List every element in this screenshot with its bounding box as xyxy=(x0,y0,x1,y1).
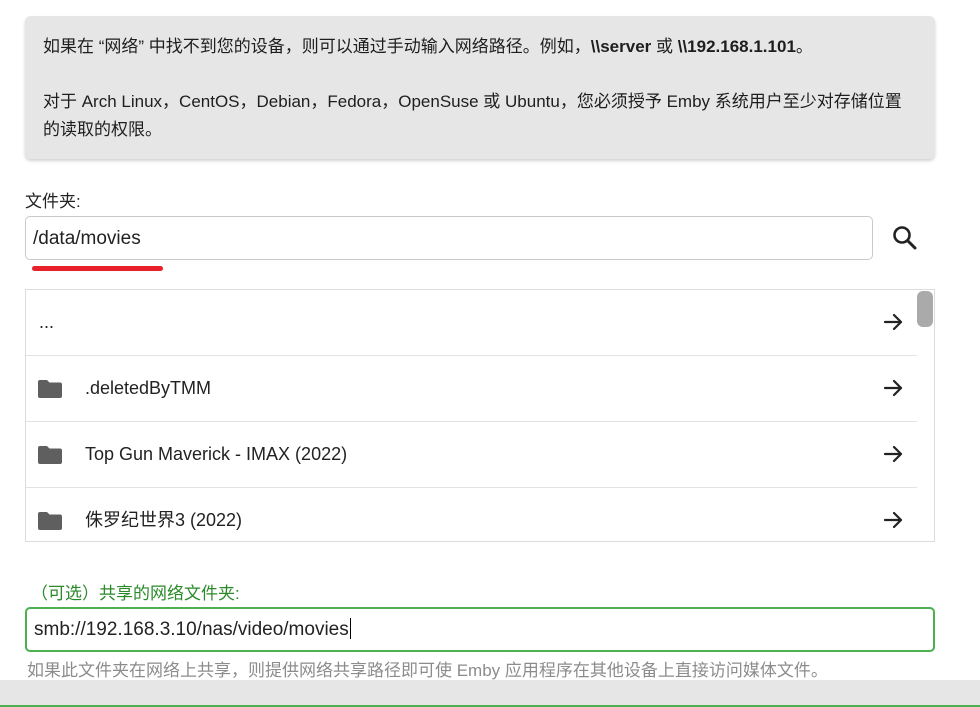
shared-folder-value: smb://192.168.3.10/nas/video/movies xyxy=(34,619,349,640)
info-line-network-text: 如果在 “网络” 中找不到您的设备，则可以通过手动输入网络路径。例如， xyxy=(43,37,591,56)
info-line-permissions: 对于 Arch Linux，CentOS，Debian，Fedora，OpenS… xyxy=(43,92,902,139)
bottom-bar xyxy=(0,680,980,707)
list-item-label: Top Gun Maverick - IMAX (2022) xyxy=(85,444,348,464)
highlight-underline xyxy=(32,266,163,271)
shared-folder-label: （可选）共享的网络文件夹: xyxy=(31,584,240,603)
arrow-right-icon xyxy=(883,511,903,529)
info-notice: 如果在 “网络” 中找不到您的设备，则可以通过手动输入网络路径。例如，\\ser… xyxy=(25,16,935,159)
list-item-parent[interactable]: ... xyxy=(26,290,917,356)
scrollbar-thumb[interactable] xyxy=(917,291,933,327)
list-item-folder[interactable]: 侏罗纪世界3 (2022) xyxy=(26,488,917,541)
list-item-label: .deletedByTMM xyxy=(85,378,212,398)
shared-folder-input[interactable]: smb://192.168.3.10/nas/video/movies xyxy=(25,607,935,652)
arrow-right-icon xyxy=(883,313,903,331)
info-or-text: 或 xyxy=(651,37,678,56)
folder-path-input[interactable]: /data/movies xyxy=(25,216,873,260)
info-end-text: 。 xyxy=(795,37,813,56)
arrow-right-icon xyxy=(883,445,903,463)
list-item-label: ... xyxy=(39,312,55,332)
search-button[interactable] xyxy=(889,222,921,254)
info-line-network: 如果在 “网络” 中找不到您的设备，则可以通过手动输入网络路径。例如，\\ser… xyxy=(43,33,917,61)
folder-icon xyxy=(38,512,62,530)
list-item-folder[interactable]: .deletedByTMM xyxy=(26,356,917,422)
text-caret xyxy=(349,618,351,639)
directory-list[interactable]: ... .deletedByTMM Top Gun Maverick - IMA… xyxy=(25,289,935,542)
folder-icon xyxy=(38,380,62,398)
shared-folder-helper: 如果此文件夹在网络上共享，则提供网络共享路径即可使 Emby 应用程序在其他设备… xyxy=(27,661,828,680)
example-ip-path: \\192.168.1.101 xyxy=(677,37,796,56)
list-item-folder[interactable]: Top Gun Maverick - IMAX (2022) xyxy=(26,422,917,488)
arrow-right-icon xyxy=(883,379,903,397)
list-item-label: 侏罗纪世界3 (2022) xyxy=(85,510,243,530)
example-server-path: \\server xyxy=(590,37,652,56)
folder-icon xyxy=(38,446,62,464)
search-icon xyxy=(893,226,917,250)
folder-label: 文件夹: xyxy=(25,192,81,211)
